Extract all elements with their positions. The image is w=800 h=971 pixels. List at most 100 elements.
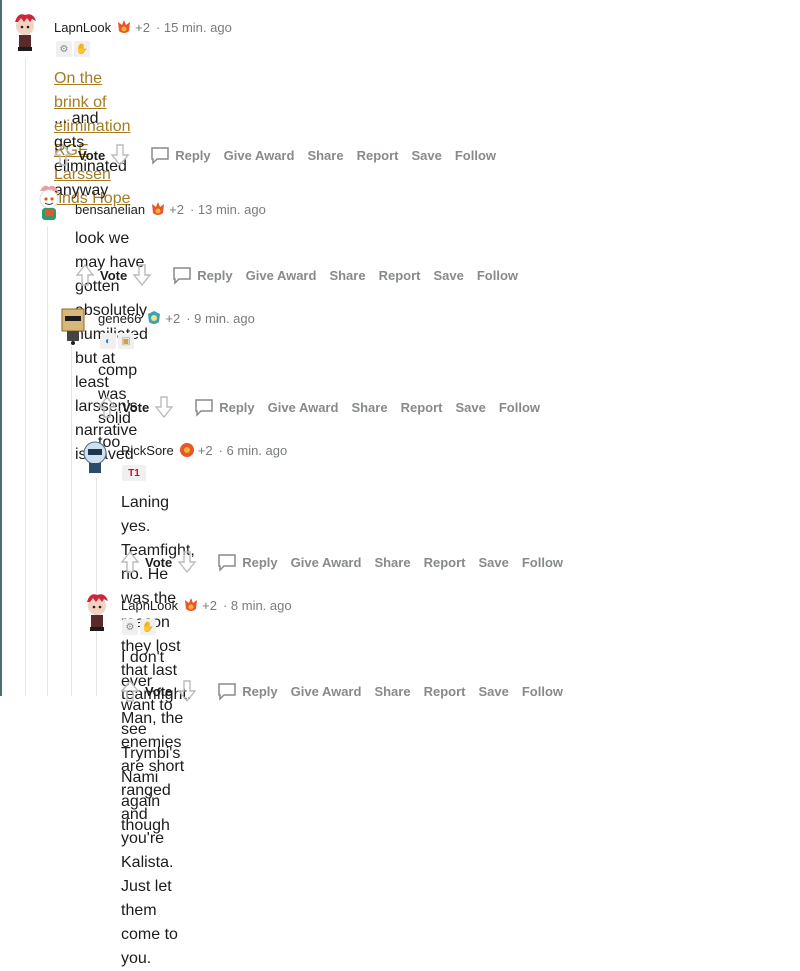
follow-button[interactable]: Follow (522, 684, 563, 699)
vote-score: Vote (78, 147, 106, 163)
follow-button[interactable]: Follow (499, 400, 540, 415)
comment-actions: Vote Reply Give Award Share Report Save … (52, 142, 496, 168)
give-award-button[interactable]: Give Award (268, 400, 339, 415)
hand-badge-icon: ✋ (74, 41, 90, 57)
award-count: +2 (165, 310, 181, 326)
report-button[interactable]: Report (357, 148, 399, 163)
comment-meta: LapnLook +2 · 8 min. ago (121, 597, 292, 613)
share-button[interactable]: Share (329, 268, 365, 283)
author-name[interactable]: bensanelian (75, 202, 145, 217)
give-award-button[interactable]: Give Award (291, 684, 362, 699)
user-badges: T1 (122, 465, 146, 481)
avatar-icon[interactable] (58, 305, 88, 345)
avatar-icon[interactable] (34, 183, 64, 223)
avatar-icon[interactable] (80, 437, 110, 477)
thread-line-1[interactable] (25, 58, 26, 696)
chat-icon (195, 399, 213, 417)
save-button[interactable]: Save (478, 555, 508, 570)
report-button[interactable]: Report (379, 268, 421, 283)
comment-actions: Vote Reply Give Award Share Report Save … (119, 678, 563, 704)
follow-button[interactable]: Follow (477, 268, 518, 283)
award-count: +2 (202, 597, 217, 613)
reply-button[interactable]: Reply (216, 681, 278, 701)
vote-score: Vote (145, 554, 173, 570)
flair-icon (118, 20, 131, 33)
upvote-icon[interactable] (96, 395, 118, 419)
comment-body: I don't ever want to see Trymbi's Nami a… (121, 649, 181, 834)
author-name[interactable]: LapnLook (121, 598, 178, 613)
timestamp[interactable]: · 15 min. ago (156, 20, 232, 35)
downvote-icon[interactable] (109, 143, 131, 167)
vote-score: Vote (100, 267, 128, 283)
upvote-icon[interactable] (119, 550, 141, 574)
team-logo-badge-icon: T1 (122, 465, 146, 481)
drop-badge-icon: ◐ (100, 333, 116, 349)
upvote-icon[interactable] (74, 263, 96, 287)
thread-line-3[interactable] (71, 346, 72, 696)
flair-icon (185, 598, 198, 611)
avatar-icon[interactable] (82, 592, 112, 632)
flair-icon (148, 311, 161, 324)
downvote-icon[interactable] (153, 395, 175, 419)
follow-button[interactable]: Follow (455, 148, 496, 163)
vote-score: Vote (122, 399, 150, 415)
chat-icon (151, 147, 169, 165)
report-button[interactable]: Report (424, 684, 466, 699)
downvote-icon[interactable] (176, 679, 198, 703)
timestamp[interactable]: · 8 min. ago (223, 598, 292, 613)
downvote-icon[interactable] (131, 263, 153, 287)
square-badge-icon: ▣ (118, 333, 134, 349)
share-button[interactable]: Share (351, 400, 387, 415)
give-award-button[interactable]: Give Award (224, 148, 295, 163)
award-count: +2 (169, 201, 184, 217)
avatar-icon[interactable] (10, 12, 40, 52)
user-badges: ⚙ ✋ (56, 41, 90, 57)
timestamp[interactable]: · 6 min. ago (219, 443, 288, 458)
timestamp[interactable]: · 9 min. ago (186, 311, 255, 326)
comment-meta: gene66 +2 · 9 min. ago (98, 310, 255, 326)
award-count: +2 (197, 442, 213, 458)
comment-actions: Vote Reply Give Award Share Report Save … (119, 549, 563, 575)
author-name[interactable]: RickSore (121, 443, 174, 458)
upvote-icon[interactable] (119, 679, 141, 703)
report-button[interactable]: Report (401, 400, 443, 415)
give-award-button[interactable]: Give Award (246, 268, 317, 283)
give-award-button[interactable]: Give Award (291, 555, 362, 570)
comment-actions: Vote Reply Give Award Share Report Save … (74, 262, 518, 288)
save-button[interactable]: Save (433, 268, 463, 283)
comment-actions: Vote Reply Give Award Share Report Save … (96, 394, 540, 420)
follow-button[interactable]: Follow (522, 555, 563, 570)
comment-meta: RickSore +2 · 6 min. ago (121, 442, 287, 458)
comment-meta: LapnLook +2 · 15 min. ago (54, 19, 232, 35)
reply-button[interactable]: Reply (171, 265, 233, 285)
save-button[interactable]: Save (455, 400, 485, 415)
gear-badge-icon: ⚙ (122, 619, 138, 635)
flair-icon (152, 202, 165, 215)
author-name[interactable]: gene66 (98, 311, 141, 326)
report-button[interactable]: Report (424, 555, 466, 570)
comment-meta: bensanelian +2 · 13 min. ago (75, 201, 266, 217)
downvote-icon[interactable] (176, 550, 198, 574)
share-button[interactable]: Share (374, 684, 410, 699)
chat-icon (218, 554, 236, 572)
chat-icon (218, 683, 236, 701)
reply-button[interactable]: Reply (216, 552, 278, 572)
gear-badge-icon: ⚙ (56, 41, 72, 57)
hand-badge-icon: ✋ (140, 619, 156, 635)
thread-line-4[interactable] (96, 478, 97, 696)
user-badges: ◐ ▣ (100, 333, 134, 349)
chat-icon (173, 267, 191, 285)
vote-score: Vote (145, 683, 173, 699)
award-count: +2 (135, 19, 150, 35)
upvote-icon[interactable] (52, 143, 74, 167)
share-button[interactable]: Share (374, 555, 410, 570)
timestamp[interactable]: · 13 min. ago (190, 202, 266, 217)
save-button[interactable]: Save (478, 684, 508, 699)
thread-line-2[interactable] (47, 226, 48, 696)
author-name[interactable]: LapnLook (54, 20, 111, 35)
save-button[interactable]: Save (411, 148, 441, 163)
reply-button[interactable]: Reply (149, 145, 211, 165)
window-edge (0, 0, 2, 696)
share-button[interactable]: Share (307, 148, 343, 163)
reply-button[interactable]: Reply (193, 397, 255, 417)
